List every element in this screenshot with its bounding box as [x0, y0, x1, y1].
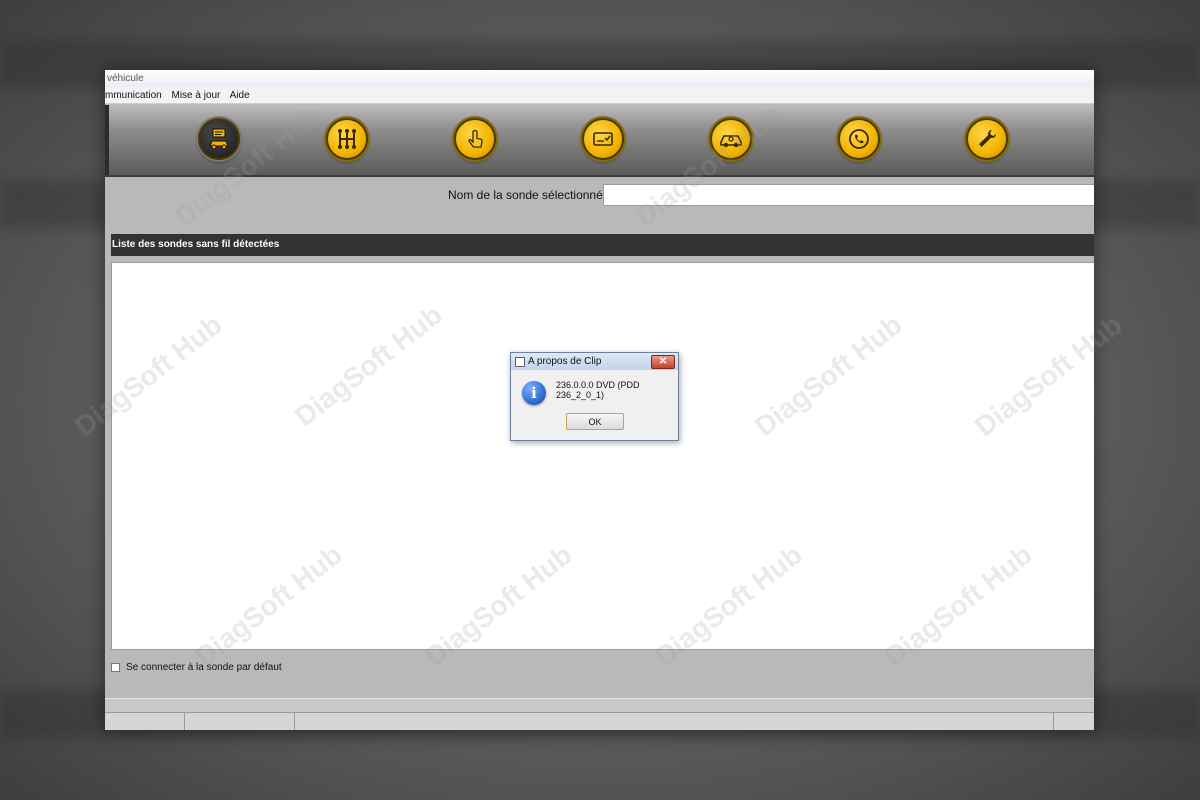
probe-list-header: Liste des sondes sans fil détectées [111, 234, 1094, 256]
card-button[interactable] [582, 118, 624, 160]
default-connect-checkbox[interactable] [111, 663, 120, 672]
vehicle-info-button[interactable] [198, 118, 240, 160]
gearbox-icon [338, 129, 356, 149]
menu-bar: mmunication Mise à jour Aide [105, 87, 1094, 104]
settings-button[interactable] [966, 118, 1008, 160]
status-cell [1054, 713, 1094, 730]
toolbar-edge [105, 105, 109, 175]
probe-name-row: Nom de la sonde sélectionnée [105, 182, 1094, 210]
ok-button[interactable]: OK [566, 413, 624, 430]
status-cell [105, 713, 185, 730]
info-icon: i [522, 381, 546, 405]
dialog-message: 236.0.0.0 DVD (PDD 236_2_0_1) [556, 380, 640, 400]
vehicle-info-icon [209, 128, 229, 150]
main-toolbar [105, 105, 1094, 177]
car-check-icon [720, 135, 742, 148]
phone-support-button[interactable] [838, 118, 880, 160]
touch-hand-icon [468, 129, 483, 148]
dialog-title: A propos de Clip [528, 356, 602, 367]
wrench-icon [979, 130, 996, 147]
menu-item-help[interactable]: Aide [230, 90, 250, 101]
bottom-strip [105, 698, 1094, 713]
status-cell [185, 713, 295, 730]
window-title: véhicule [107, 73, 144, 84]
gearbox-button[interactable] [326, 118, 368, 160]
window-titlebar[interactable]: véhicule [105, 70, 1094, 87]
card-icon [593, 132, 613, 146]
menu-item-update[interactable]: Mise à jour [171, 90, 220, 101]
menu-item-communication[interactable]: mmunication [105, 90, 162, 101]
default-connect-row[interactable]: Se connecter à la sonde par défaut [111, 662, 282, 673]
probe-name-input[interactable] [603, 184, 1094, 206]
probe-name-label: Nom de la sonde sélectionnée [448, 188, 610, 202]
default-connect-label: Se connecter à la sonde par défaut [126, 662, 282, 673]
dialog-app-icon [515, 357, 525, 367]
car-check-button[interactable] [710, 118, 752, 160]
dialog-titlebar[interactable]: A propos de Clip ✕ [511, 353, 678, 370]
close-icon[interactable]: ✕ [651, 355, 675, 369]
touch-button[interactable] [454, 118, 496, 160]
about-dialog: A propos de Clip ✕ i 236.0.0.0 DVD (PDD … [510, 352, 679, 441]
phone-support-icon [849, 129, 869, 149]
status-bar [105, 712, 1094, 730]
probe-list[interactable] [111, 262, 1094, 650]
status-cell [295, 713, 1054, 730]
